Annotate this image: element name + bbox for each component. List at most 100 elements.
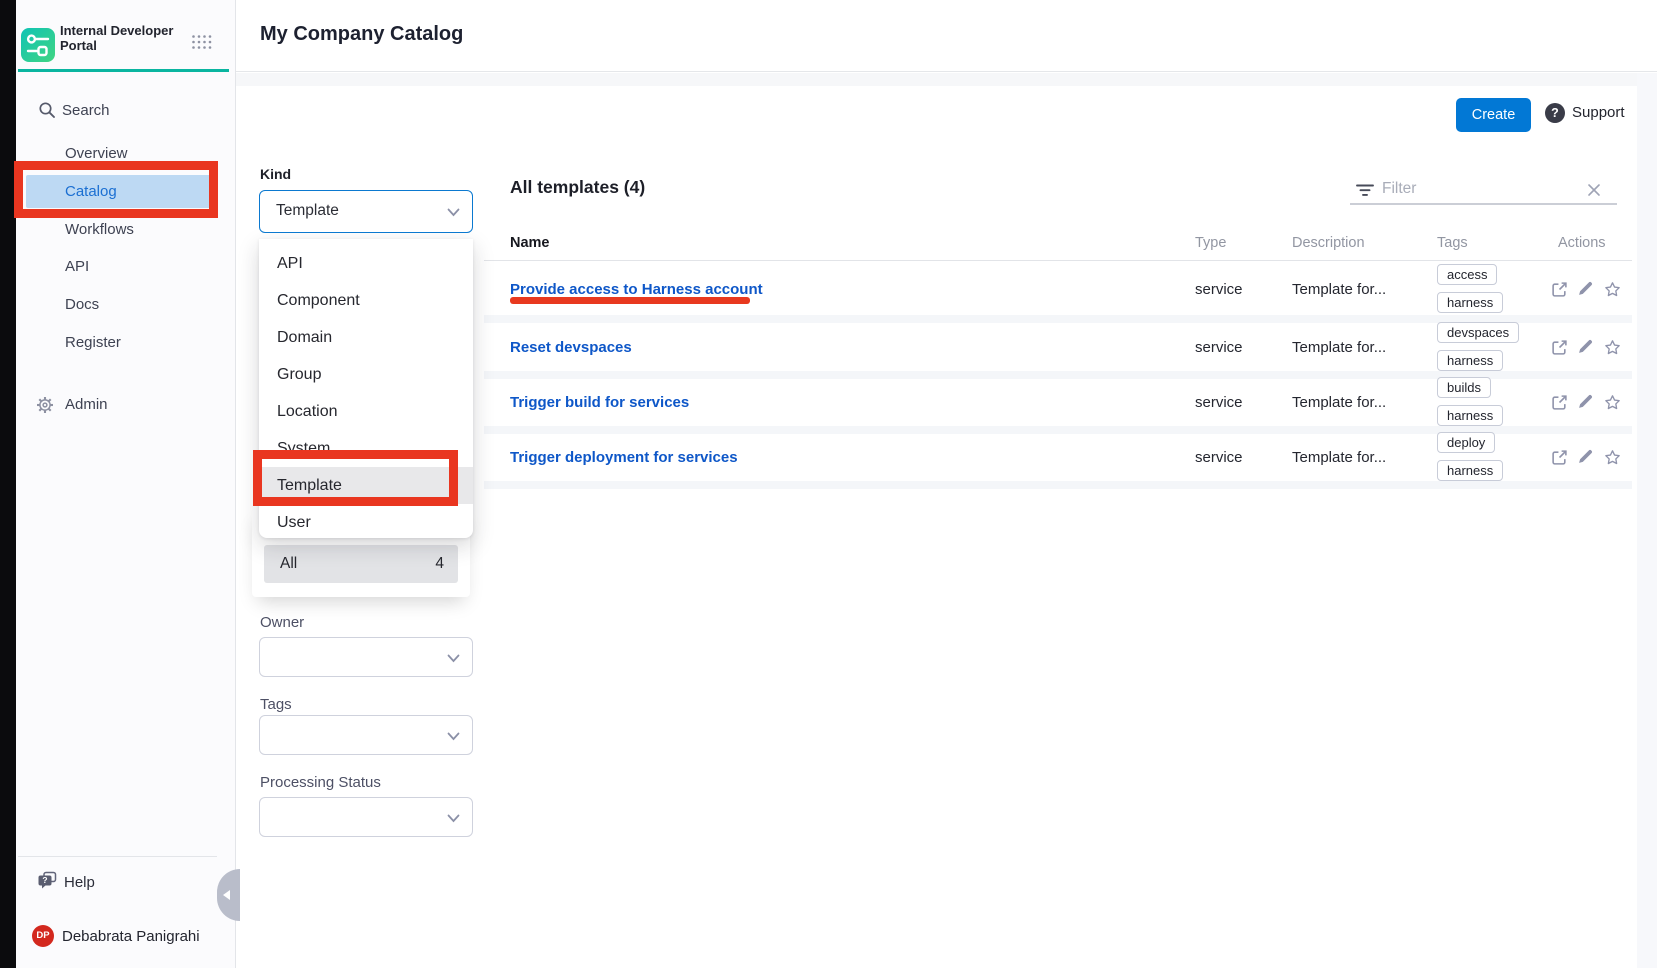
tag-chip: harness [1437, 460, 1503, 481]
edit-pencil-icon[interactable] [1577, 449, 1593, 470]
tag-chip: harness [1437, 405, 1503, 426]
tag-chip: deploy [1437, 432, 1495, 453]
sidebar-divider [18, 856, 217, 857]
sidebar-item-api[interactable]: API [65, 258, 89, 275]
template-link[interactable]: Provide access to Harness account [510, 281, 763, 298]
sidebar-item-admin[interactable]: Admin [65, 396, 108, 413]
tag-chip: harness [1437, 292, 1503, 313]
column-header-description[interactable]: Description [1292, 235, 1365, 251]
column-header-name[interactable]: Name [510, 235, 550, 251]
support-button[interactable]: Support [1572, 104, 1625, 121]
external-link-icon[interactable] [1551, 339, 1568, 361]
annotation-underline-first-row [510, 297, 750, 304]
star-icon[interactable] [1603, 448, 1622, 472]
table-title: All templates (4) [510, 177, 645, 198]
apps-grid-icon[interactable] [191, 34, 213, 55]
sidebar-item-overview[interactable]: Overview [65, 145, 128, 162]
description-cell: Template for... [1292, 394, 1386, 411]
kind-option-api[interactable]: API [259, 245, 473, 282]
processing-status-select[interactable] [259, 797, 473, 837]
avatar[interactable]: DP [32, 925, 54, 947]
kind-option-domain[interactable]: Domain [259, 319, 473, 356]
owner-label: Owner [260, 614, 304, 631]
owner-select[interactable] [259, 637, 473, 677]
external-link-icon[interactable] [1551, 394, 1568, 416]
search-icon [38, 101, 56, 124]
tag-chip: devspaces [1437, 322, 1519, 343]
chevron-down-icon [447, 654, 460, 663]
sidebar-item-workflows[interactable]: Workflows [65, 221, 134, 238]
facet-all-row[interactable]: All 4 [264, 545, 458, 583]
subheader-band [236, 73, 1657, 86]
page-gutter [1637, 73, 1657, 968]
gear-icon [36, 396, 54, 419]
star-icon[interactable] [1603, 338, 1622, 362]
chevron-down-icon [447, 208, 460, 217]
sidebar-item-catalog-highlight[interactable] [26, 175, 216, 208]
facet-all-count: 4 [435, 545, 444, 583]
kind-dropdown: API Component Domain Group Location Syst… [259, 239, 473, 538]
app-title: Internal Developer Portal [60, 23, 176, 53]
support-question-icon[interactable]: ? [1545, 103, 1565, 123]
svg-text:?: ? [42, 875, 47, 885]
template-link[interactable]: Reset devspaces [510, 339, 632, 356]
type-cell: service [1195, 339, 1243, 356]
facet-all-label: All [280, 545, 297, 583]
logo-underline [18, 69, 229, 72]
filter-icon [1356, 184, 1374, 202]
sidebar-item-register[interactable]: Register [65, 334, 121, 351]
help-icon: ? [37, 871, 58, 895]
star-icon[interactable] [1603, 393, 1622, 417]
tags-filter-label: Tags [260, 696, 292, 713]
template-link[interactable]: Trigger deployment for services [510, 449, 738, 466]
column-header-type[interactable]: Type [1195, 235, 1226, 251]
tag-chip: access [1437, 264, 1497, 285]
chevron-down-icon [447, 732, 460, 741]
screen-edge-strip [0, 0, 16, 968]
tag-chip: harness [1437, 350, 1503, 371]
kind-option-group[interactable]: Group [259, 356, 473, 393]
kind-select-value: Template [276, 202, 339, 219]
clear-filter-icon[interactable] [1587, 183, 1601, 202]
sidebar-item-search[interactable]: Search [62, 102, 110, 119]
processing-status-label: Processing Status [260, 774, 381, 791]
kind-label: Kind [260, 166, 291, 182]
chevron-down-icon [447, 814, 460, 823]
page-title: My Company Catalog [260, 23, 463, 46]
create-button[interactable]: Create [1456, 98, 1531, 132]
sidebar: Internal Developer Portal Search Overvie… [16, 0, 236, 968]
kind-select[interactable]: Template [259, 190, 473, 233]
sidebar-item-docs[interactable]: Docs [65, 296, 99, 313]
type-cell: service [1195, 281, 1243, 298]
tag-chip: builds [1437, 377, 1491, 398]
edit-pencil-icon[interactable] [1577, 394, 1593, 415]
table-filter-input[interactable] [1382, 177, 1572, 201]
app-window: Internal Developer Portal Search Overvie… [0, 0, 1657, 968]
external-link-icon[interactable] [1551, 281, 1568, 303]
column-header-tags[interactable]: Tags [1437, 235, 1468, 251]
kind-option-template[interactable]: Template [259, 467, 473, 504]
user-name[interactable]: Debabrata Panigrahi [62, 928, 200, 945]
circuit-nodes-icon [21, 28, 55, 62]
edit-pencil-icon[interactable] [1577, 281, 1593, 302]
sidebar-collapse-handle[interactable] [217, 869, 240, 921]
star-icon[interactable] [1603, 280, 1622, 304]
column-header-actions: Actions [1558, 235, 1606, 251]
type-cell: service [1195, 449, 1243, 466]
sidebar-item-catalog[interactable]: Catalog [65, 183, 117, 200]
tags-select[interactable] [259, 715, 473, 755]
edit-pencil-icon[interactable] [1577, 339, 1593, 360]
template-link[interactable]: Trigger build for services [510, 394, 689, 411]
kind-option-component[interactable]: Component [259, 282, 473, 319]
kind-option-user[interactable]: User [259, 504, 473, 541]
type-cell: service [1195, 394, 1243, 411]
filter-underline [1350, 203, 1617, 205]
app-logo [21, 28, 55, 62]
table-header-separator [484, 260, 1632, 261]
description-cell: Template for... [1292, 449, 1386, 466]
external-link-icon[interactable] [1551, 449, 1568, 471]
kind-option-location[interactable]: Location [259, 393, 473, 430]
chevron-left-icon [223, 890, 230, 900]
kind-option-system[interactable]: System [259, 430, 473, 467]
sidebar-item-help[interactable]: Help [64, 874, 95, 891]
